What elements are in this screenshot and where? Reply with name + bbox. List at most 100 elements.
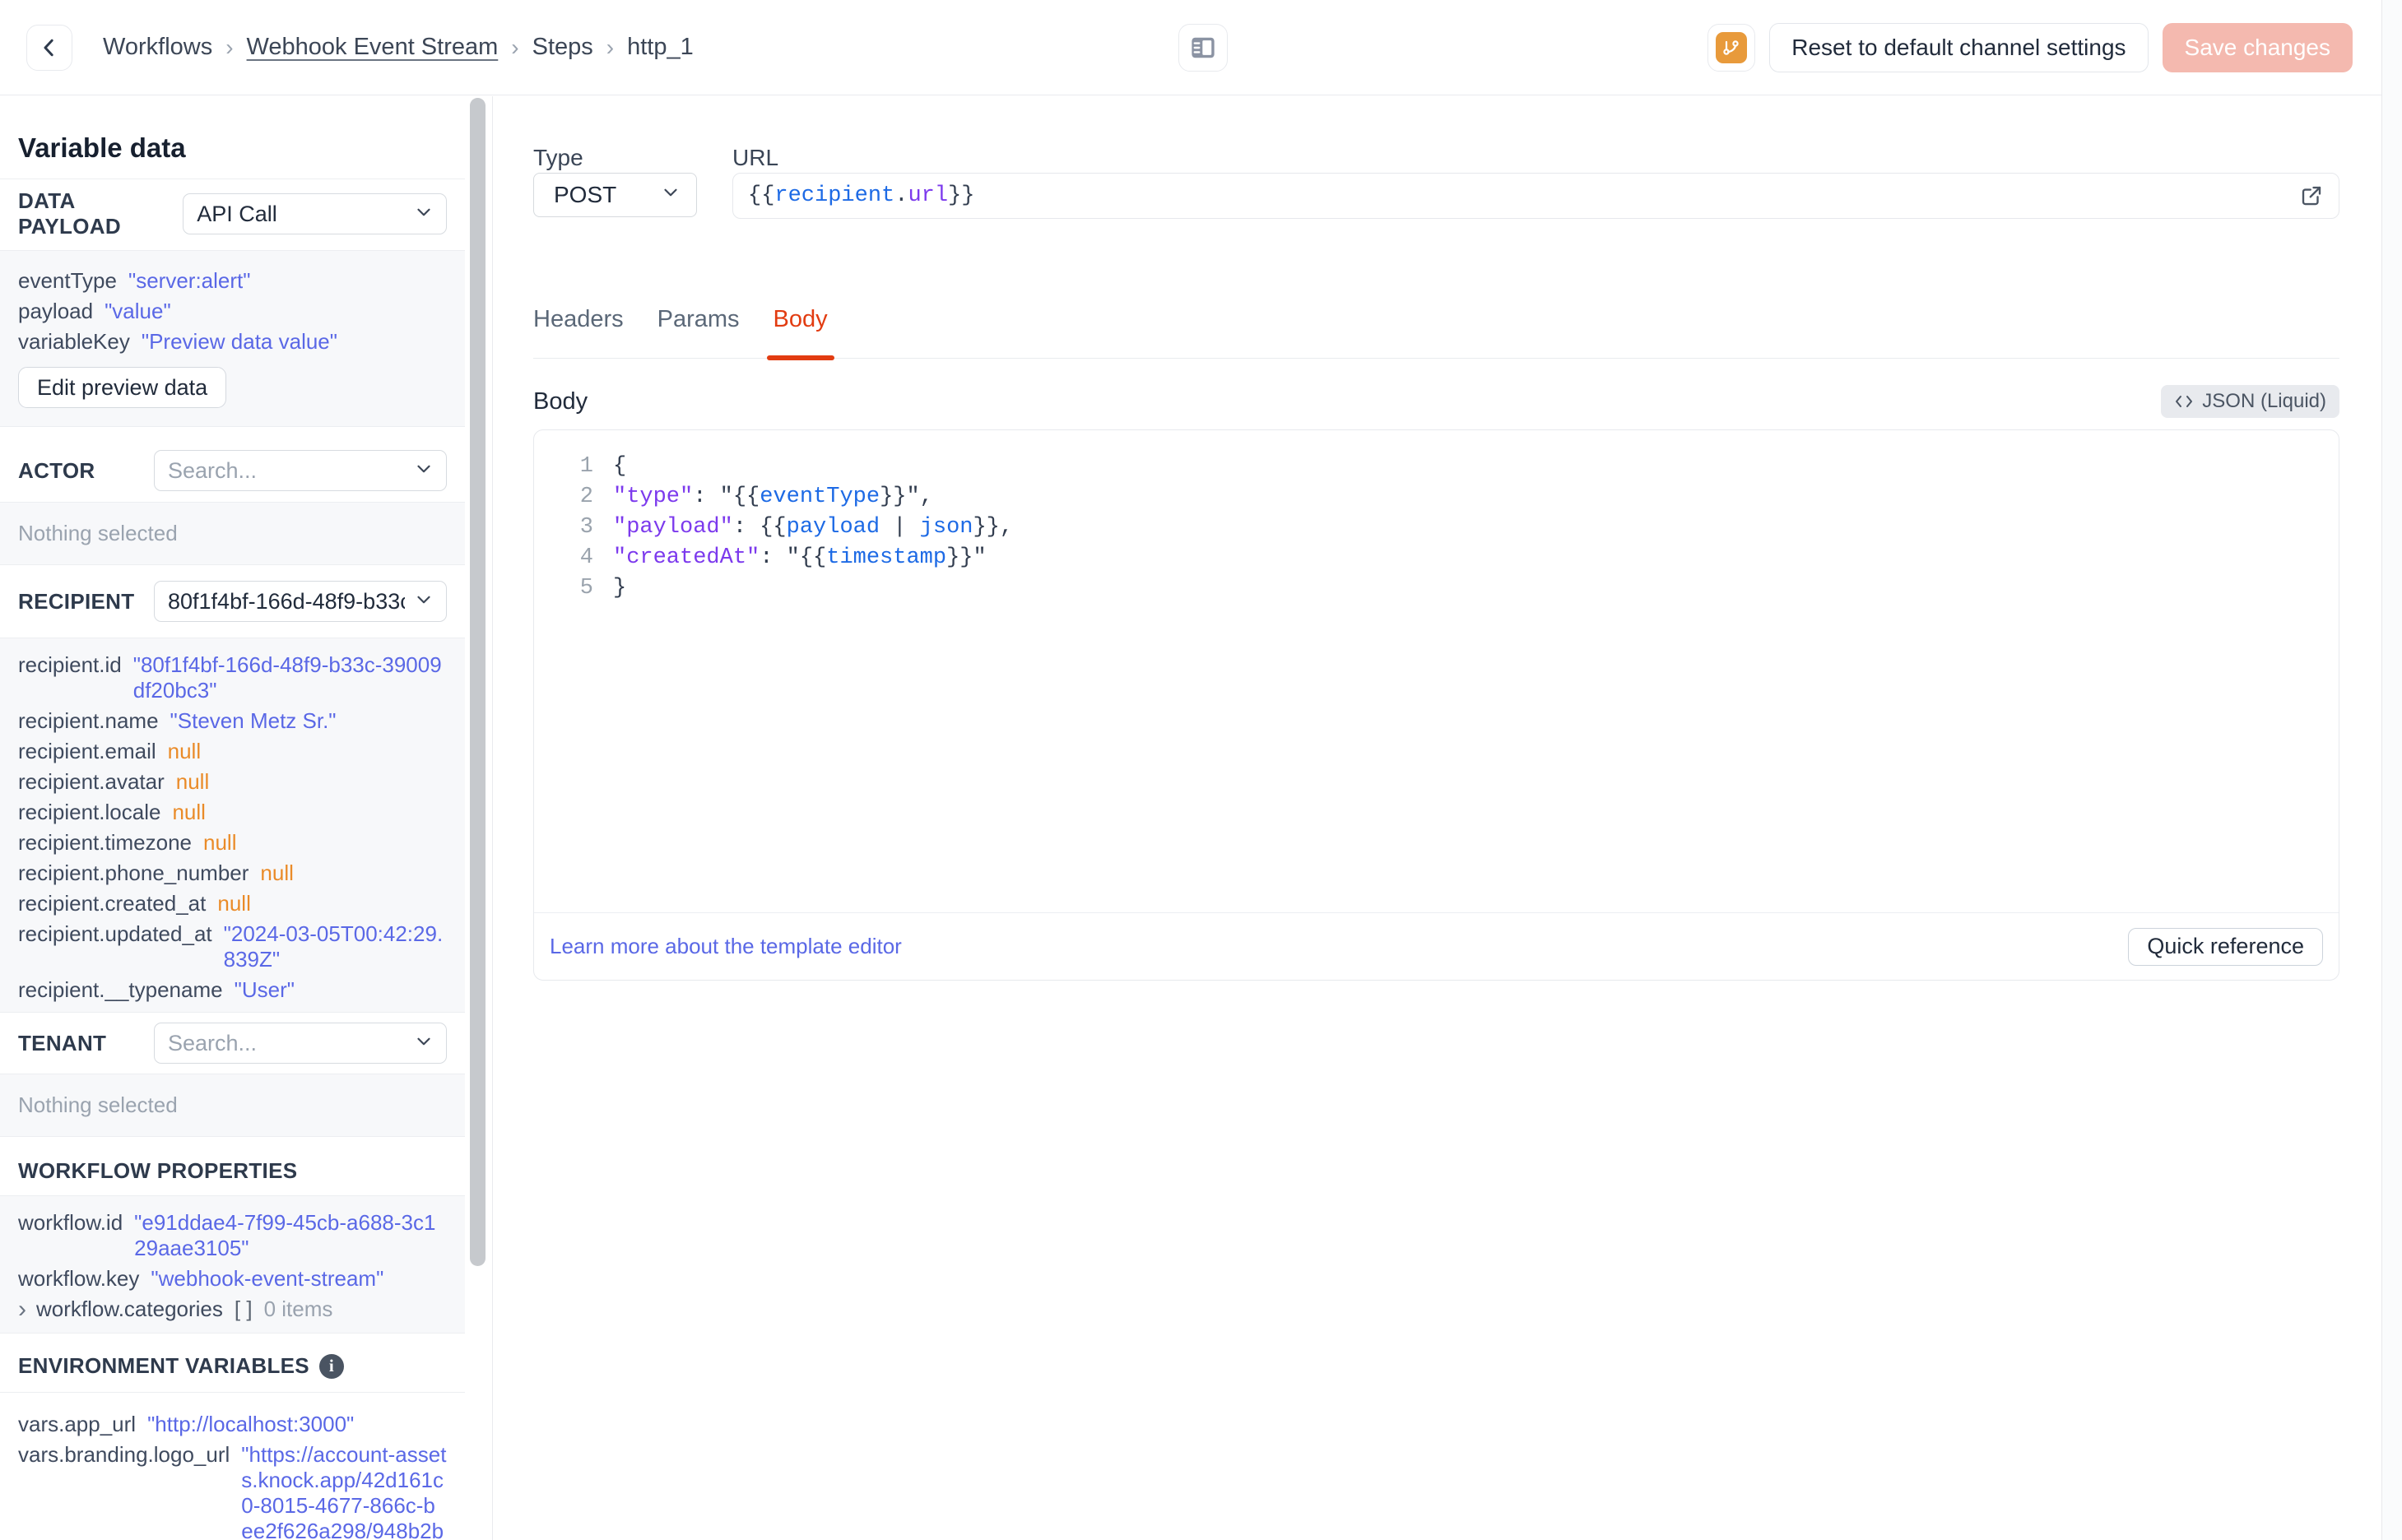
body-template-editor: 1{2 "type": "{{eventType}}", 3 "payload": {… bbox=[533, 429, 2339, 981]
workflow-properties-section: workflow.id "e91ddae4-7f99-45cb-a688-3c12… bbox=[0, 1195, 465, 1334]
request-editor-panel: Type POST URL {{recipient.url}} Headers … bbox=[494, 96, 2381, 1540]
kv-key: workflow.id bbox=[18, 1210, 123, 1235]
token: url bbox=[908, 183, 949, 208]
http-method-select[interactable]: POST bbox=[533, 173, 697, 217]
kv-value: "2024-03-05T00:42:29.839Z" bbox=[223, 921, 444, 972]
token: "createdAt" bbox=[613, 545, 760, 570]
code-icon bbox=[2174, 393, 2194, 410]
kv-value: "webhook-event-stream" bbox=[151, 1266, 384, 1291]
breadcrumb: Workflows › Webhook Event Stream › Steps… bbox=[103, 34, 694, 61]
code-line: 1{ bbox=[534, 452, 2339, 482]
page-scrollbar-track[interactable] bbox=[2381, 0, 2402, 1540]
breadcrumb-item-steps[interactable]: Steps bbox=[532, 34, 593, 61]
code-line-content: "createdAt": "{{timestamp}}" bbox=[613, 543, 987, 573]
line-number: 5 bbox=[579, 576, 593, 601]
info-icon[interactable]: i bbox=[318, 1353, 344, 1379]
kv-row: workflow.key "webhook-event-stream" bbox=[18, 1264, 447, 1294]
top-bar: Workflows › Webhook Event Stream › Steps… bbox=[0, 0, 2381, 95]
chevron-down-icon bbox=[660, 182, 681, 209]
data-payload-row: DATA PAYLOAD API Call bbox=[0, 179, 465, 250]
code-line-content: { bbox=[613, 452, 626, 482]
tenant-search-select[interactable]: Search... bbox=[154, 1023, 447, 1064]
kv-value: "Steven Metz Sr." bbox=[170, 708, 337, 733]
kv-row: recipient.email null bbox=[18, 736, 447, 767]
kv-row: recipient.id "80f1f4bf-166d-48f9-b33c-390… bbox=[18, 650, 447, 706]
token: }}" bbox=[946, 545, 987, 570]
actor-search-select[interactable]: Search... bbox=[154, 450, 447, 491]
language-badge-text: JSON (Liquid) bbox=[2202, 390, 2326, 412]
header-actions: Reset to default channel settings Save c… bbox=[1707, 22, 2353, 72]
kv-key: variableKey bbox=[18, 329, 130, 354]
back-button[interactable] bbox=[26, 24, 72, 71]
token: eventType bbox=[760, 485, 880, 509]
token: : " bbox=[693, 485, 733, 509]
token: "payload" bbox=[613, 515, 733, 540]
body-section-header: Body JSON (Liquid) bbox=[533, 385, 2339, 418]
line-number: 4 bbox=[579, 545, 593, 570]
tab-body[interactable]: Body bbox=[766, 306, 834, 360]
kv-row: recipient.locale null bbox=[18, 797, 447, 828]
kv-row: recipient.created_at null bbox=[18, 888, 447, 919]
request-config-row: Type POST URL {{recipient.url}} bbox=[533, 146, 2339, 219]
edit-preview-data-button[interactable]: Edit preview data bbox=[18, 367, 227, 408]
token: timestamp bbox=[826, 545, 947, 570]
kv-value: null bbox=[172, 800, 206, 824]
recipient-select[interactable]: 80f1f4bf-166d-48f9-b33c bbox=[154, 581, 447, 622]
kv-extra: 0 items bbox=[263, 1296, 333, 1321]
kv-row: eventType "server:alert" bbox=[18, 266, 447, 296]
token: } bbox=[613, 576, 627, 601]
tab-headers[interactable]: Headers bbox=[533, 306, 624, 358]
tab-params[interactable]: Params bbox=[657, 306, 740, 358]
kv-row: recipient.updated_at "2024-03-05T00:42:29… bbox=[18, 919, 447, 975]
token: }}, bbox=[973, 515, 1014, 540]
token: }}", bbox=[880, 485, 933, 509]
code-line-content: "type": "{{eventType}}", bbox=[613, 482, 933, 513]
breadcrumb-item-workflows[interactable]: Workflows bbox=[103, 34, 212, 61]
kv-key: workflow.categories bbox=[36, 1296, 223, 1321]
kv-key: recipient.name bbox=[18, 708, 159, 733]
sidebar-toggle-button[interactable] bbox=[1178, 24, 1228, 72]
kv-row: recipient.__typename "User" bbox=[18, 975, 447, 1005]
reset-to-default-button[interactable]: Reset to default channel settings bbox=[1769, 22, 2149, 72]
kv-key: recipient.email bbox=[18, 739, 156, 763]
kv-row: payload "value" bbox=[18, 296, 447, 327]
breadcrumb-item-step-name[interactable]: http_1 bbox=[627, 34, 694, 61]
panel-left-icon bbox=[1189, 35, 1217, 60]
token: . bbox=[894, 183, 908, 208]
sidebar-scrollbar-thumb[interactable] bbox=[470, 98, 486, 1266]
token: | bbox=[880, 515, 920, 540]
git-branch-icon bbox=[1716, 31, 1748, 63]
kv-row: recipient.timezone null bbox=[18, 828, 447, 858]
chevron-down-icon bbox=[413, 458, 434, 484]
kv-key: payload bbox=[18, 299, 94, 323]
kv-key: vars.app_url bbox=[18, 1412, 137, 1436]
external-link-icon[interactable] bbox=[2299, 183, 2324, 208]
kv-value: null bbox=[260, 860, 294, 885]
kv-row: recipient.phone_number null bbox=[18, 858, 447, 888]
recipient-label: RECIPIENT bbox=[18, 588, 135, 614]
kv-value: null bbox=[175, 769, 210, 794]
kv-key: workflow.key bbox=[18, 1266, 140, 1291]
token: {{ bbox=[732, 485, 760, 509]
actor-empty-state: Nothing selected bbox=[0, 502, 465, 565]
code-editor[interactable]: 1{2 "type": "{{eventType}}", 3 "payload": {… bbox=[534, 430, 2339, 912]
token: "type" bbox=[613, 485, 694, 509]
chevron-down-icon bbox=[413, 202, 434, 227]
kv-row: variableKey "Preview data value" bbox=[18, 327, 447, 357]
type-label: Type bbox=[533, 145, 583, 170]
kv-value: "User" bbox=[234, 977, 295, 1002]
data-payload-label: DATA PAYLOAD bbox=[18, 188, 121, 239]
learn-more-link[interactable]: Learn more about the template editor bbox=[550, 934, 902, 959]
data-payload-select[interactable]: API Call bbox=[183, 193, 447, 234]
tenant-search-placeholder: Search... bbox=[168, 1030, 258, 1055]
commit-changes-button[interactable] bbox=[1707, 23, 1756, 72]
breadcrumb-item-workflow-name[interactable]: Webhook Event Stream bbox=[247, 34, 499, 61]
http-method-value: POST bbox=[554, 182, 617, 207]
url-input[interactable]: {{recipient.url}} bbox=[732, 173, 2339, 219]
chevron-right-icon[interactable]: › bbox=[18, 1296, 26, 1322]
kv-row: recipient.avatar null bbox=[18, 767, 447, 797]
save-changes-button[interactable]: Save changes bbox=[2162, 22, 2353, 72]
quick-reference-button[interactable]: Quick reference bbox=[2128, 927, 2323, 966]
kv-value: "80f1f4bf-166d-48f9-b33c-39009df20bc3" bbox=[132, 652, 442, 703]
kv-row: vars.branding.logo_url "https://account-a… bbox=[18, 1440, 447, 1540]
